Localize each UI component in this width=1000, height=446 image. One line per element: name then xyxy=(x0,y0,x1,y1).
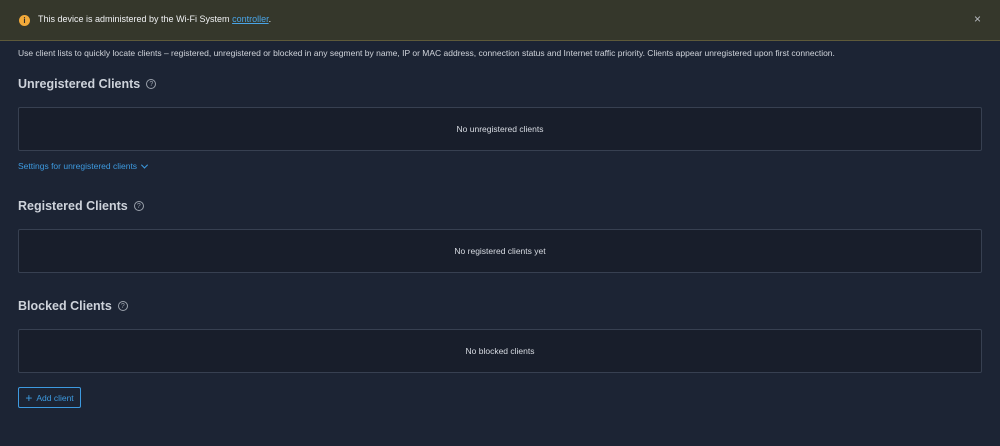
registered-clients-heading: Registered Clients ? xyxy=(18,199,144,213)
admin-notice-banner: i This device is administered by the Wi-… xyxy=(0,0,1000,41)
blocked-clients-panel: No blocked clients xyxy=(18,329,982,373)
empty-state-text: No blocked clients xyxy=(465,346,535,356)
unregistered-clients-panel: No unregistered clients xyxy=(18,107,982,151)
blocked-clients-heading: Blocked Clients ? xyxy=(18,299,128,313)
registered-clients-panel: No registered clients yet xyxy=(18,229,982,273)
admin-notice-text: This device is administered by the Wi-Fi… xyxy=(38,14,272,24)
help-icon[interactable]: ? xyxy=(117,301,128,311)
plus-icon: + xyxy=(25,390,33,405)
info-icon: i xyxy=(19,15,30,26)
chevron-down-icon xyxy=(141,161,149,169)
unregistered-clients-heading: Unregistered Clients ? xyxy=(18,77,157,91)
help-icon[interactable]: ? xyxy=(146,79,157,89)
help-icon[interactable]: ? xyxy=(133,201,144,211)
add-client-button[interactable]: + Add client xyxy=(18,387,81,408)
intro-text: Use client lists to quickly locate clien… xyxy=(18,48,835,58)
empty-state-text: No registered clients yet xyxy=(454,246,546,256)
settings-unregistered-link[interactable]: Settings for unregistered clients xyxy=(18,161,149,171)
controller-link[interactable]: controller xyxy=(232,14,269,24)
close-icon[interactable]: × xyxy=(974,13,981,25)
add-client-label: Add client xyxy=(36,392,74,403)
empty-state-text: No unregistered clients xyxy=(456,124,544,134)
